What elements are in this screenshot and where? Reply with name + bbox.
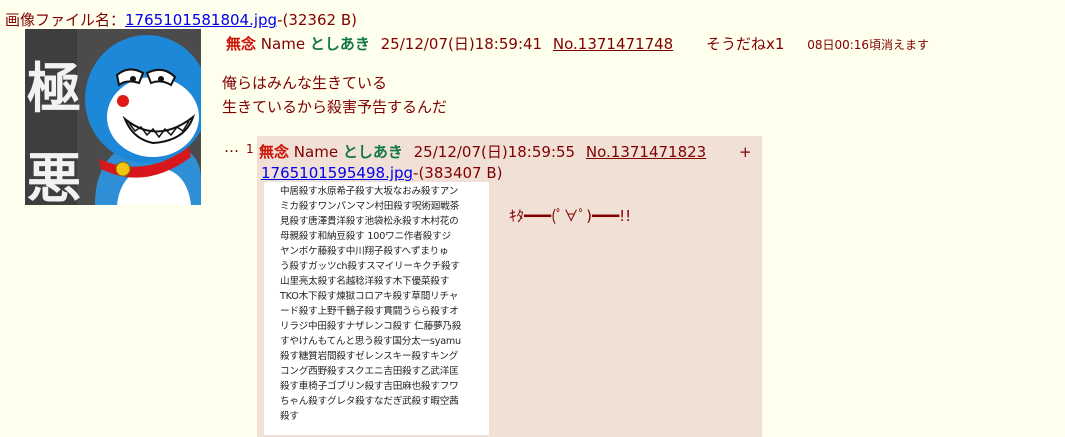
- file-label: 画像ファイル名：: [5, 11, 126, 29]
- reply-comment: ｷﾀ━━━(ﾟ∀ﾟ)━━━!!: [509, 207, 632, 225]
- op-post-number[interactable]: No.1371471748: [553, 35, 673, 53]
- reply-post-number[interactable]: No.1371471823: [586, 143, 706, 161]
- reply-ellipsis: …: [224, 138, 239, 156]
- reply-datetime: 25/12/07(日)18:59:55: [413, 143, 576, 161]
- reply-file-info: 1765101595498.jpg-(383407 B): [261, 164, 502, 182]
- op-poster-name: としあき: [309, 35, 370, 53]
- reply-image-thumbnail[interactable]: 中居殺す水原希子殺す大坂なおみ殺すアン ミカ殺すワンパンマン村田殺す呪術廻戦茶 …: [264, 182, 489, 435]
- reply-sodane-button[interactable]: +: [739, 143, 752, 161]
- reply-name-label: Name: [293, 143, 339, 161]
- doraemon-thumbnail-image: 極 悪: [25, 29, 201, 205]
- reply-file-size: -(383407 B): [413, 164, 503, 182]
- reply-image-text: 中居殺す水原希子殺す大坂なおみ殺すアン ミカ殺すワンパンマン村田殺す呪術廻戦茶 …: [280, 186, 462, 422]
- op-datetime: 25/12/07(日)18:59:41: [380, 35, 543, 53]
- op-delete-time: 08日00:16頃消えます: [807, 38, 930, 52]
- reply-index: 1: [246, 142, 254, 156]
- reply-subject: 無念: [259, 143, 290, 161]
- op-body-line: 俺らはみんな生きている: [222, 74, 388, 92]
- op-post-header: 無念 Name としあき 25/12/07(日)18:59:41 No.1371…: [226, 33, 929, 54]
- op-subject: 無念: [226, 35, 257, 53]
- op-file-size: -(32362 B): [277, 11, 357, 29]
- svg-text:悪: 悪: [27, 146, 81, 205]
- op-sodane-button[interactable]: そうだねx1: [706, 35, 784, 53]
- op-file-link[interactable]: 1765101581804.jpg: [125, 11, 277, 29]
- op-thumbnail[interactable]: 極 悪: [25, 29, 201, 205]
- op-post-body: 俺らはみんな生きている 生きているから殺害予告するんだ: [222, 71, 447, 119]
- op-body-line: 生きているから殺害予告するんだ: [222, 98, 448, 116]
- reply-header: 無念 Name としあき 25/12/07(日)18:59:55 No.1371…: [259, 141, 752, 162]
- reply-file-link[interactable]: 1765101595498.jpg: [261, 164, 413, 182]
- op-name-label: Name: [260, 35, 306, 53]
- reply-poster-name: としあき: [342, 143, 403, 161]
- svg-text:極: 極: [27, 56, 81, 120]
- op-file-info: 画像ファイル名：1765101581804.jpg-(32362 B): [5, 9, 357, 30]
